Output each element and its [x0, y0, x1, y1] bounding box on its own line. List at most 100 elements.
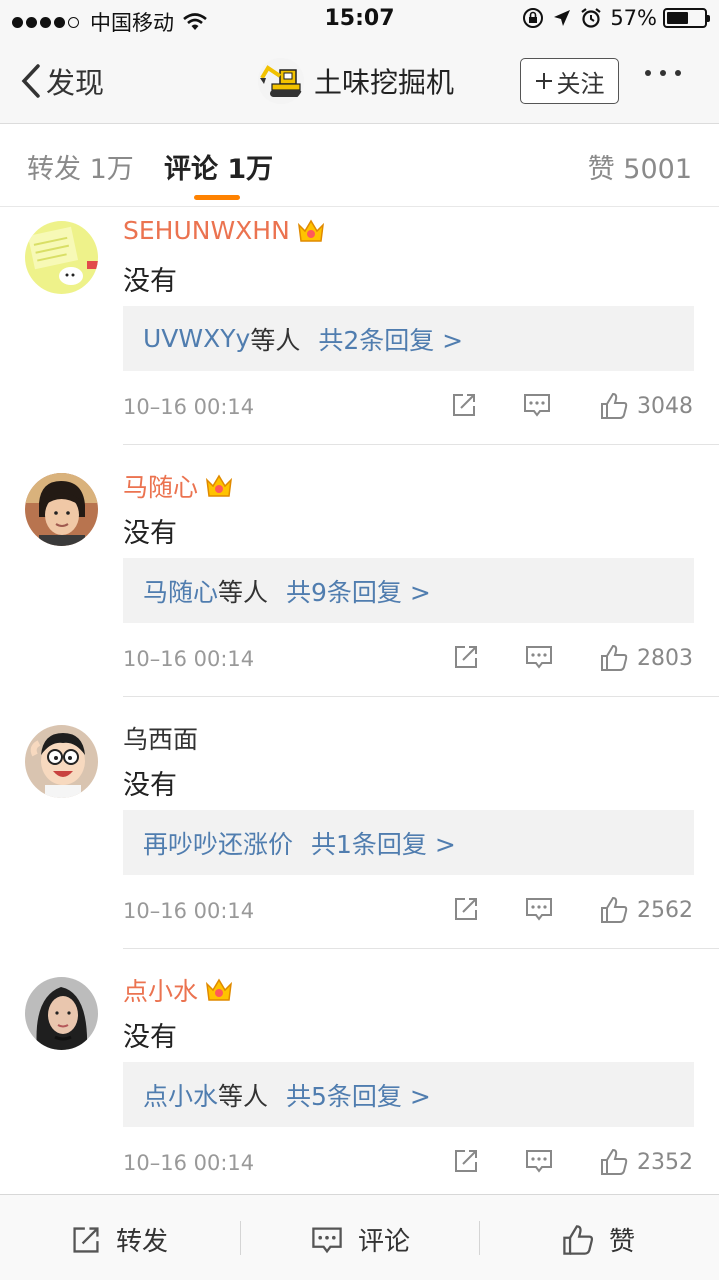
- tab-repost[interactable]: 转发 1万: [27, 147, 134, 186]
- thumbs-up-icon: [563, 1224, 594, 1255]
- replies-preview[interactable]: 马随心 等人 共9条回复 >: [123, 558, 694, 623]
- battery-icon: [663, 8, 710, 28]
- author-name[interactable]: 乌西面: [123, 720, 198, 756]
- author-name[interactable]: SEHUNWXHN: [123, 216, 290, 245]
- location-arrow-icon: [554, 10, 571, 26]
- comment-time: 10–16 00:14: [123, 647, 255, 671]
- divider: [123, 444, 719, 445]
- avatar[interactable]: [25, 473, 98, 546]
- comment-label: 评论: [358, 1227, 411, 1257]
- divider: [240, 1221, 241, 1255]
- author-name[interactable]: 马随心: [123, 468, 198, 504]
- like-count: 2562: [637, 897, 693, 923]
- comment-icon: [312, 1227, 342, 1253]
- comment-text: 没有: [123, 1022, 177, 1053]
- more-dot-icon: [675, 70, 681, 76]
- divider: [479, 1221, 480, 1255]
- comment-author[interactable]: 马随心: [123, 468, 234, 504]
- vip-crown-icon: [206, 474, 233, 497]
- bottom-toolbar: 转发 评论 赞: [0, 1194, 719, 1280]
- like-count: 2803: [637, 645, 693, 671]
- thumbs-up-icon: [601, 1148, 628, 1175]
- battery-percent: 57%: [610, 6, 657, 30]
- more-dot-icon: [660, 70, 666, 76]
- like-count: 2352: [637, 1149, 693, 1175]
- comment-item: 马随心 没有 马随心 等人 共9条回复 > 10–16 00:14 2803: [0, 459, 719, 711]
- comment-text: 没有: [123, 770, 177, 801]
- vip-crown-icon: [206, 978, 233, 1001]
- comment-author[interactable]: 点小水: [123, 972, 234, 1008]
- alarm-icon: [581, 8, 601, 28]
- more-options-button[interactable]: [645, 70, 690, 76]
- plus-icon: [535, 73, 552, 89]
- reply-users[interactable]: 点小水: [143, 1077, 218, 1113]
- tab-bar: 转发 1万 评论 1万 赞 5001: [0, 125, 719, 207]
- comment-item: 乌西面 没有 再吵吵还涨价 共1条回复 > 10–16 00:14 2562: [0, 711, 719, 963]
- chevron-left-icon: [21, 64, 40, 98]
- like-button[interactable]: 3048: [599, 391, 693, 421]
- avatar[interactable]: [25, 725, 98, 798]
- status-bar: 中国移动 15:07 57%: [0, 0, 719, 40]
- replies-preview[interactable]: 点小水 等人 共5条回复 >: [123, 1062, 694, 1127]
- divider: [123, 948, 719, 949]
- reply-count-link[interactable]: 共9条回复 >: [286, 573, 431, 609]
- reply-suffix: 等人: [250, 325, 301, 355]
- repost-button[interactable]: 转发: [70, 1221, 168, 1258]
- follow-label: 关注: [556, 69, 605, 98]
- author-name[interactable]: 点小水: [123, 972, 198, 1008]
- reply-suffix: 等人: [218, 577, 269, 607]
- comment-icon[interactable]: [524, 895, 554, 923]
- more-dot-icon: [645, 70, 651, 76]
- comment-icon[interactable]: [522, 391, 552, 419]
- comment-item: 点小水 没有 点小水 等人 共5条回复 > 10–16 00:14 2352: [0, 963, 719, 1215]
- thumbs-up-icon: [601, 392, 628, 419]
- comment-icon[interactable]: [524, 643, 554, 671]
- avatar[interactable]: [25, 977, 98, 1050]
- like-count: 3048: [637, 393, 693, 419]
- like-button[interactable]: 2803: [599, 643, 693, 673]
- nav-bar: 发现 土味挖掘机 关注: [0, 40, 719, 124]
- comment-time: 10–16 00:14: [123, 395, 255, 419]
- share-icon: [73, 1226, 99, 1253]
- tab-likes[interactable]: 赞 5001: [588, 147, 692, 186]
- page-title-text: 土味挖掘机: [314, 66, 455, 99]
- reply-users[interactable]: 马随心: [143, 573, 218, 609]
- repost-label: 转发: [116, 1227, 169, 1257]
- comment-text: 没有: [123, 518, 177, 549]
- comment-text: 没有: [123, 266, 177, 297]
- share-icon[interactable]: [450, 391, 478, 419]
- reply-suffix: 等人: [218, 1081, 269, 1111]
- excavator-avatar-icon: [258, 58, 304, 104]
- comment-button[interactable]: 评论: [310, 1221, 410, 1258]
- reply-users[interactable]: 再吵吵还涨价: [143, 825, 293, 861]
- comment-time: 10–16 00:14: [123, 899, 255, 923]
- like-button[interactable]: 赞: [561, 1221, 635, 1258]
- active-tab-indicator: [194, 195, 240, 200]
- like-button[interactable]: 2562: [599, 895, 693, 925]
- avatar[interactable]: [25, 221, 98, 294]
- back-label: 发现: [46, 66, 105, 100]
- comment-author[interactable]: 乌西面: [123, 720, 198, 756]
- comment-icon[interactable]: [524, 1147, 554, 1175]
- reply-count-link[interactable]: 共2条回复 >: [318, 321, 463, 357]
- reply-count-link[interactable]: 共5条回复 >: [286, 1077, 431, 1113]
- like-label: 赞: [609, 1227, 636, 1257]
- share-icon[interactable]: [452, 643, 480, 671]
- page-title: 土味挖掘机: [258, 58, 454, 104]
- divider: [123, 696, 719, 697]
- share-icon[interactable]: [452, 895, 480, 923]
- vip-crown-icon: [297, 219, 324, 242]
- tab-comments[interactable]: 评论 1万: [164, 147, 273, 186]
- back-button[interactable]: 发现: [18, 60, 104, 102]
- comment-author[interactable]: SEHUNWXHN: [123, 216, 326, 245]
- like-button[interactable]: 2352: [599, 1147, 693, 1177]
- follow-button[interactable]: 关注: [520, 58, 619, 104]
- replies-preview[interactable]: 再吵吵还涨价 共1条回复 >: [123, 810, 694, 875]
- reply-users[interactable]: UVWXYy: [143, 324, 250, 353]
- replies-preview[interactable]: UVWXYy 等人 共2条回复 >: [123, 306, 694, 371]
- rotation-lock-icon: [523, 8, 544, 28]
- share-icon[interactable]: [452, 1147, 480, 1175]
- reply-count-link[interactable]: 共1条回复 >: [311, 825, 456, 861]
- thumbs-up-icon: [601, 896, 628, 923]
- comment-time: 10–16 00:14: [123, 1151, 255, 1175]
